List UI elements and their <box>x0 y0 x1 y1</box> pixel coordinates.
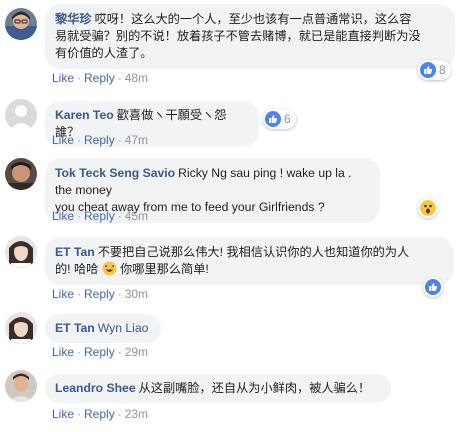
comment-author[interactable]: ET Tan <box>55 245 95 259</box>
avatar[interactable] <box>5 158 37 190</box>
timestamp[interactable]: 30m <box>125 287 148 301</box>
comment-author[interactable]: Karen Teo <box>55 108 114 122</box>
comment-text: 从这副嘴脸，还自从为小鲜肉，被人骗么！ <box>138 381 371 395</box>
separator: · <box>77 345 82 359</box>
like-icon <box>425 279 441 295</box>
reaction-count: 8 <box>439 63 446 77</box>
reply-button[interactable]: Reply <box>84 209 115 223</box>
comment-text: 你哪里那么简单! <box>120 262 209 276</box>
reply-button[interactable]: Reply <box>84 71 115 85</box>
like-button[interactable]: Like <box>52 345 74 359</box>
like-icon <box>420 62 436 78</box>
like-button[interactable]: Like <box>52 407 74 421</box>
separator: · <box>117 287 122 301</box>
like-button[interactable]: Like <box>52 209 74 223</box>
avatar[interactable] <box>5 8 37 40</box>
comment-text: 易就受骗？别的不说！放着孩子不管去赌博，就已是能直接判断为没 <box>55 29 421 43</box>
comment-text: 的! 哈哈 <box>55 262 99 276</box>
comment-author[interactable]: Tok Teck Seng Savio <box>55 166 175 180</box>
comment-actions: Like · Reply · 30m <box>52 287 148 301</box>
separator: · <box>77 209 82 223</box>
timestamp[interactable]: 45m <box>125 209 148 223</box>
comment-text: 不要把自己说那么伟大! 我相信认识你的人也知道你的为人 <box>97 245 410 259</box>
comment-bubble: ET Tan Wyn Liao <box>45 314 161 343</box>
timestamp[interactable]: 23m <box>125 407 148 421</box>
separator: · <box>117 71 122 85</box>
reaction-badge[interactable] <box>418 198 438 218</box>
reply-button[interactable]: Reply <box>84 345 115 359</box>
comment-author[interactable]: 黎华珍 <box>55 12 92 26</box>
comment-text: 哎呀！这么大的一个人，至少也该有一点普通常识，这么容 <box>94 12 412 26</box>
avatar[interactable] <box>5 370 37 402</box>
comment-actions: Like · Reply · 45m <box>52 209 148 223</box>
separator: · <box>117 133 122 147</box>
avatar[interactable] <box>5 99 37 131</box>
like-button[interactable]: Like <box>52 71 74 85</box>
reaction-badge[interactable]: 8 <box>418 60 451 80</box>
like-button[interactable]: Like <box>52 287 74 301</box>
comment-actions: Like · Reply · 29m <box>52 345 148 359</box>
timestamp[interactable]: 29m <box>125 345 148 359</box>
comment-author[interactable]: ET Tan <box>55 321 95 335</box>
comment-bubble: ET Tan 不要把自己说那么伟大! 我相信认识你的人也知道你的为人 的! 哈哈 … <box>45 237 454 285</box>
reaction-badge[interactable] <box>423 277 443 297</box>
separator: · <box>77 287 82 301</box>
avatar[interactable] <box>5 312 37 344</box>
wow-icon <box>420 200 436 216</box>
avatar[interactable] <box>5 236 37 268</box>
separator: · <box>117 407 122 421</box>
timestamp[interactable]: 48m <box>125 71 148 85</box>
laughing-emoji-icon <box>102 261 117 276</box>
comment-bubble: 黎华珍 哎呀！这么大的一个人，至少也该有一点普通常识，这么容 易就受骗？别的不说！… <box>45 4 455 69</box>
separator: · <box>77 407 82 421</box>
mention-link[interactable]: Wyn Liao <box>98 321 149 335</box>
comment-actions: Like · Reply · 47m <box>52 133 148 147</box>
separator: · <box>77 71 82 85</box>
reply-button[interactable]: Reply <box>84 133 115 147</box>
timestamp[interactable]: 47m <box>125 133 148 147</box>
reaction-count: 6 <box>284 112 291 126</box>
separator: · <box>77 133 82 147</box>
separator: · <box>117 209 122 223</box>
comment-actions: Like · Reply · 23m <box>52 407 148 421</box>
comment-author[interactable]: Leandro Shee <box>55 381 136 395</box>
reply-button[interactable]: Reply <box>84 407 115 421</box>
like-icon <box>265 111 281 127</box>
comment-text: 有价值的人渣了。 <box>55 46 153 60</box>
comment-bubble: Leandro Shee 从这副嘴脸，还自从为小鲜肉，被人骗么！ <box>45 374 391 403</box>
separator: · <box>117 345 122 359</box>
like-button[interactable]: Like <box>52 133 74 147</box>
reaction-badge[interactable]: 6 <box>263 109 296 129</box>
comment-actions: Like · Reply · 48m <box>52 71 148 85</box>
reply-button[interactable]: Reply <box>84 287 115 301</box>
